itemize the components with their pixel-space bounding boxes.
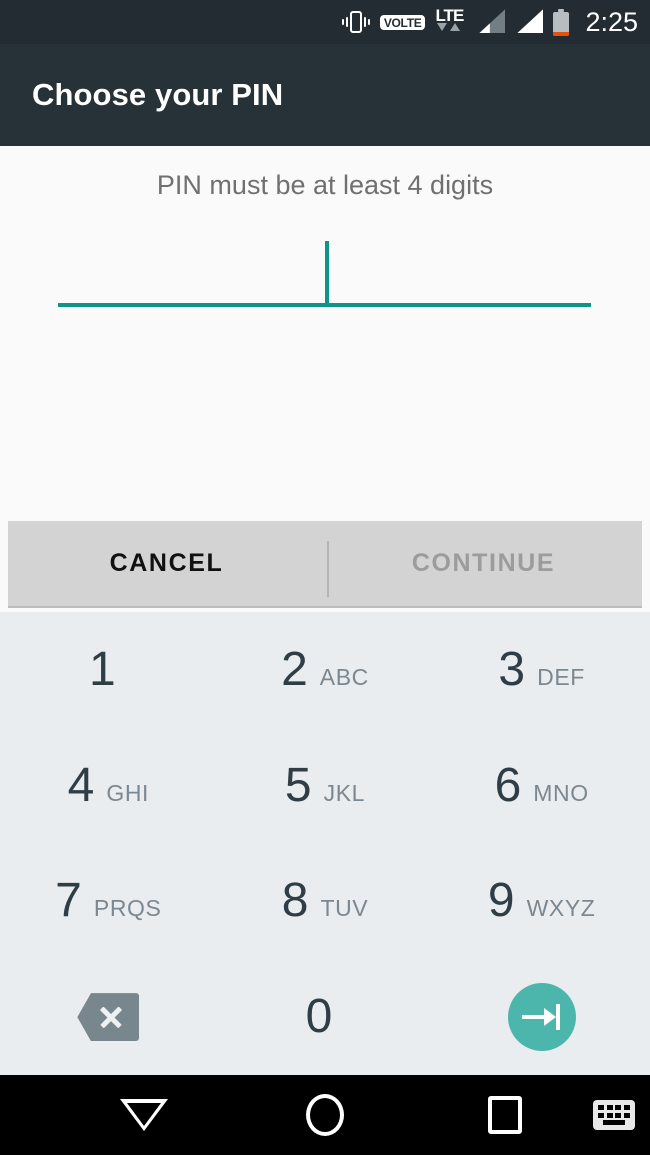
action-bar: CANCEL CONTINUE bbox=[8, 521, 642, 608]
keyboard-switch-icon bbox=[593, 1100, 635, 1130]
download-arrow-icon bbox=[437, 23, 448, 31]
home-button[interactable] bbox=[269, 1075, 381, 1155]
key-digit: 3 bbox=[498, 642, 526, 696]
key-9[interactable]: 9 WXYZ bbox=[433, 844, 650, 960]
key-digit: 2 bbox=[281, 642, 308, 696]
key-letters: MNO bbox=[533, 779, 589, 806]
action-divider bbox=[327, 541, 329, 597]
back-icon bbox=[120, 1099, 168, 1131]
key-1[interactable]: 1 bbox=[0, 612, 217, 728]
volte-badge: VOLTE bbox=[379, 14, 426, 30]
status-icon-group: VOLTE LTE 2:25 bbox=[341, 6, 638, 38]
key-digit: 0 bbox=[305, 990, 333, 1044]
key-5[interactable]: 5 JKL bbox=[217, 728, 434, 844]
text-cursor bbox=[325, 241, 329, 303]
key-4[interactable]: 4 GHI bbox=[0, 728, 217, 844]
key-letters: JKL bbox=[323, 779, 366, 806]
key-0[interactable]: 0 bbox=[217, 959, 434, 1075]
vibrate-icon bbox=[341, 9, 370, 35]
status-clock: 2:25 bbox=[585, 6, 638, 37]
pin-input[interactable] bbox=[58, 241, 591, 307]
continue-button[interactable]: CONTINUE bbox=[325, 549, 642, 578]
backspace-icon bbox=[77, 993, 140, 1042]
recents-button[interactable] bbox=[449, 1075, 561, 1155]
cancel-button[interactable]: CANCEL bbox=[8, 549, 325, 578]
enter-button[interactable] bbox=[433, 959, 650, 1075]
key-letters: TUV bbox=[320, 895, 369, 922]
key-digit: 7 bbox=[55, 874, 82, 928]
key-6[interactable]: 6 MNO bbox=[433, 728, 650, 844]
key-digit: 5 bbox=[284, 758, 312, 812]
home-icon bbox=[306, 1094, 344, 1136]
key-2[interactable]: 2 ABC bbox=[217, 612, 434, 728]
data-activity-arrows bbox=[437, 23, 461, 31]
navigation-bar bbox=[0, 1075, 650, 1155]
key-digit: 6 bbox=[494, 758, 522, 812]
backspace-button[interactable] bbox=[0, 959, 217, 1075]
key-digit: 4 bbox=[67, 758, 95, 812]
back-button[interactable] bbox=[88, 1075, 200, 1155]
status-bar: VOLTE LTE 2:25 bbox=[0, 0, 650, 44]
pin-input-underline bbox=[58, 303, 591, 307]
key-letters: ABC bbox=[319, 663, 369, 690]
upload-arrow-icon bbox=[450, 23, 461, 31]
android-pin-setup-screen: VOLTE LTE 2:25 Choose your PIN PIN must … bbox=[0, 0, 650, 1155]
key-3[interactable]: 3 DEF bbox=[433, 612, 650, 728]
app-bar: Choose your PIN bbox=[0, 44, 650, 146]
battery-icon bbox=[553, 8, 570, 36]
enter-arrow-icon bbox=[507, 983, 576, 1052]
keyboard-switch-button[interactable] bbox=[578, 1075, 650, 1155]
key-8[interactable]: 8 TUV bbox=[217, 844, 434, 960]
key-digit: 1 bbox=[88, 642, 116, 696]
key-letters: PRQS bbox=[93, 895, 162, 922]
key-letters: GHI bbox=[106, 779, 150, 806]
lte-icon: LTE bbox=[435, 6, 467, 36]
key-7[interactable]: 7 PRQS bbox=[0, 844, 217, 960]
key-digit: 9 bbox=[487, 874, 515, 928]
pin-hint-text: PIN must be at least 4 digits bbox=[156, 170, 494, 200]
key-letters: DEF bbox=[537, 663, 585, 690]
page-title: Choose your PIN bbox=[32, 77, 284, 112]
lte-label: LTE bbox=[435, 6, 464, 25]
signal-icon-2 bbox=[515, 9, 544, 35]
key-letters: WXYZ bbox=[526, 895, 596, 922]
pin-keypad: 1 2 ABC 3 DEF 4 GHI 5 JKL 6 MNO 7 PRQS 8… bbox=[0, 612, 650, 1075]
signal-icon-1 bbox=[477, 9, 506, 35]
content-area: PIN must be at least 4 digits bbox=[0, 146, 650, 520]
key-digit: 8 bbox=[281, 874, 309, 928]
recents-icon bbox=[488, 1096, 522, 1134]
